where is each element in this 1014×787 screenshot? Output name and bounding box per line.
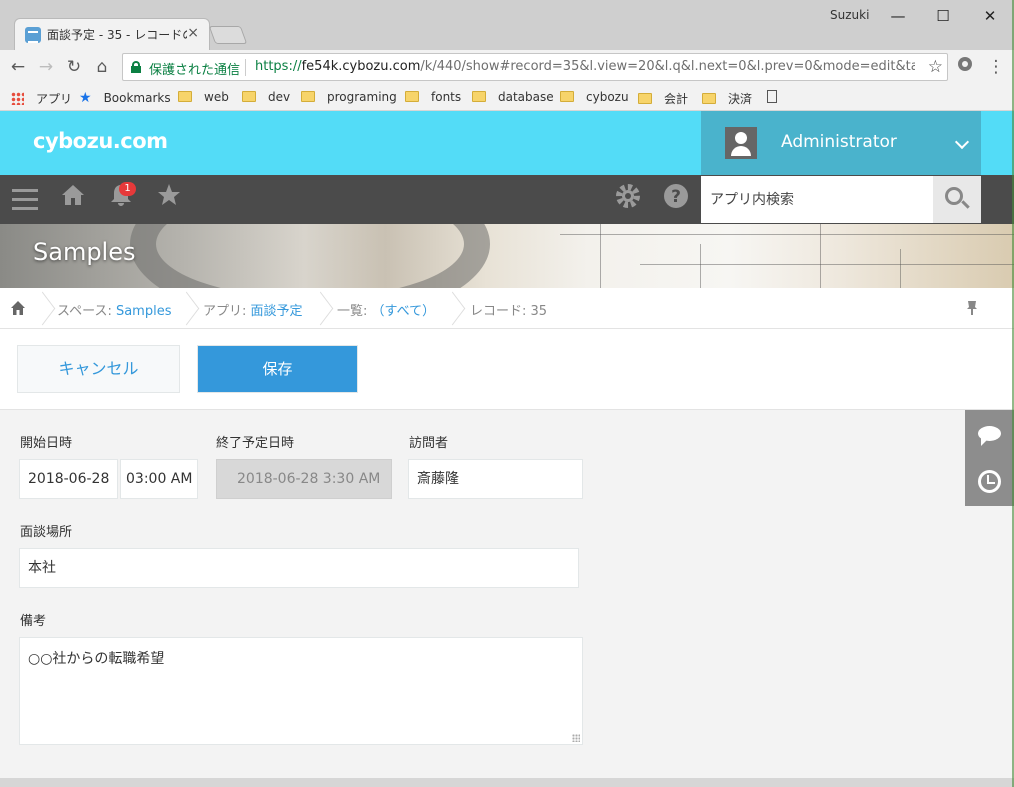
save-button[interactable]: 保存 [197,345,358,393]
bookmark-cybozu[interactable]: cybozu [560,90,629,104]
bookmark-programing[interactable]: programing [301,90,397,104]
app-search-input[interactable] [701,176,933,223]
extension-icon[interactable] [953,55,977,79]
comment-bubble-icon [978,426,1001,446]
help-question-icon[interactable]: ? [660,183,692,215]
chevron-down-icon [954,134,970,150]
cancel-button[interactable]: キャンセル [17,345,180,393]
apps-grid-icon [11,92,24,105]
home-icon[interactable]: ⌂ [90,55,114,79]
bookmark-database[interactable]: database [472,90,554,104]
location-field[interactable]: 本社 [19,548,579,588]
folder-icon [242,91,256,102]
record-action-bar: キャンセル 保存 [0,329,1014,410]
pin-icon[interactable] [966,300,978,320]
forward-arrow-icon[interactable]: → [34,55,58,79]
tab-close-icon[interactable]: × [187,25,199,41]
kintone-app-icon [25,27,41,43]
bottom-scroll-area [0,778,1014,787]
folder-icon [702,93,716,104]
favorites-star-icon[interactable] [153,183,185,215]
notes-text: ○○社からの転職希望 [28,651,165,667]
hamburger-menu-icon[interactable] [12,189,38,211]
tab-title: 面談予定 - 35 - レコードの詳 [47,28,187,42]
address-bar[interactable]: 保護された通信 https://fe54k.cybozu.com/k/440/s… [122,53,948,81]
folder-icon [405,91,419,102]
record-edit-form: 開始日時 2018-06-28 03:00 AM 終了予定日時 2018-06-… [0,410,1014,787]
bookmarks-bar: アプリ ★ Bookmarks web dev programing fonts … [0,84,1014,111]
bookmark-apps[interactable]: アプリ [11,90,72,107]
folder-icon [301,91,315,102]
app-settings-gear-icon[interactable] [612,183,644,215]
breadcrumb-app[interactable]: アプリ: 面談予定 [203,300,303,319]
notes-textarea[interactable]: ○○社からの転職希望 [19,637,583,745]
end-datetime-field: 2018-06-28 3:30 AM [216,459,392,499]
app-search-box [701,176,933,223]
reload-icon[interactable]: ↻ [62,55,86,79]
browser-toolbar: ← → ↻ ⌂ 保護された通信 https://fe54k.cybozu.com… [0,50,1014,84]
portal-home-icon[interactable] [57,183,89,215]
resize-grip-icon[interactable] [572,734,580,742]
record-side-tools [965,410,1014,506]
lock-icon [131,61,141,73]
start-datetime-label: 開始日時 [20,436,73,451]
breadcrumb-home-icon[interactable] [10,300,26,316]
comments-button[interactable] [965,410,1014,458]
bookmark-bookmarks[interactable]: ★ Bookmarks [79,90,171,106]
folder-icon [472,91,486,102]
bookmark-web[interactable]: web [178,90,229,104]
gear-banner-art [130,224,490,288]
browser-menu-icon[interactable]: ⋮ [984,55,1008,79]
notification-count-badge: 1 [119,182,136,196]
space-banner: Samples [0,224,1014,288]
location-label: 面談場所 [20,525,73,540]
history-button[interactable] [965,458,1014,506]
bookmark-accounting[interactable]: 会計 [638,90,688,107]
profile-name[interactable]: Suzuki [830,8,869,22]
user-name: Administrator [781,132,897,152]
document-icon [767,90,777,103]
bookmark-payment[interactable]: 決済 [702,90,752,107]
folder-icon [178,91,192,102]
secure-connection-label[interactable]: 保護された通信 [149,59,240,78]
start-time-field[interactable]: 03:00 AM [120,459,198,499]
space-title: Samples [33,238,136,266]
back-arrow-icon[interactable]: ← [6,55,30,79]
start-date-field[interactable]: 2018-06-28 [19,459,118,499]
history-clock-icon [978,470,1001,493]
end-datetime-label: 終了予定日時 [216,436,295,451]
user-menu[interactable]: Administrator [701,111,981,175]
new-tab-button[interactable] [208,26,248,44]
omnibox-divider [245,59,246,76]
bookmark-dev[interactable]: dev [242,90,290,104]
visitor-field[interactable]: 斎藤隆 [408,459,583,499]
minimize-button[interactable]: — [876,2,920,30]
breadcrumb: スペース: Samples アプリ: 面談予定 一覧: （すべて） レコード: … [0,288,1014,329]
url-text[interactable]: https://fe54k.cybozu.com/k/440/show#reco… [255,59,915,74]
window-titlebar: 面談予定 - 35 - レコードの詳 × Suzuki — ☐ ✕ [0,0,1014,50]
browser-tab[interactable]: 面談予定 - 35 - レコードの詳 × [14,18,210,50]
star-icon: ★ [79,90,92,106]
user-avatar-icon [725,127,757,159]
breadcrumb-space[interactable]: スペース: Samples [57,300,172,319]
bookmark-star-icon[interactable]: ☆ [928,57,943,77]
bookmark-page[interactable] [767,90,777,104]
close-window-button[interactable]: ✕ [968,2,1012,30]
search-button[interactable] [933,176,981,223]
header-edge [981,111,1014,175]
svg-text:?: ? [671,187,681,207]
breadcrumb-record: レコード: 35 [470,304,548,319]
folder-icon [560,91,574,102]
notes-label: 備考 [20,614,47,629]
visitor-label: 訪問者 [409,436,449,451]
cybozu-logo[interactable]: cybozu.com [33,129,168,153]
bookmark-fonts[interactable]: fonts [405,90,461,104]
maximize-button[interactable]: ☐ [921,2,965,30]
folder-icon [638,93,652,104]
breadcrumb-view[interactable]: 一覧: （すべて） [337,300,435,319]
